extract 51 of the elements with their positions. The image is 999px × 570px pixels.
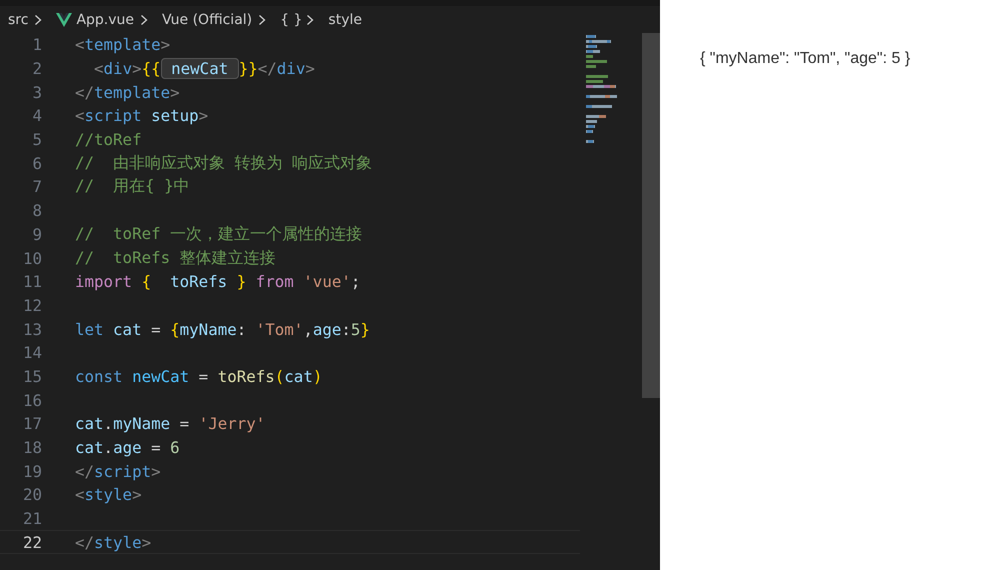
code-line: <style>: [75, 485, 142, 504]
code-line: </style>: [75, 532, 152, 552]
code-line: cat.age = 6: [75, 438, 180, 458]
line-number: 22: [22, 532, 42, 552]
code-line: const newCat = toRefs(cat): [75, 366, 322, 386]
scrollbar-thumb[interactable]: [642, 33, 660, 398]
code-line: <script setup>: [75, 106, 208, 126]
code-line: cat.myName = 'Jerry': [75, 414, 266, 434]
vue-logo-icon: [56, 12, 72, 26]
code-line: <template>: [75, 35, 170, 54]
line-number: 5: [31, 130, 42, 150]
line-number: 6: [31, 154, 42, 173]
code-line: </template>: [75, 82, 180, 102]
code-line: <div>{{ newCat }}</div>: [93, 59, 315, 78]
breadcrumb-item[interactable]: Vue (Official): [162, 12, 252, 28]
line-number: 2: [31, 59, 42, 78]
line-number: 19: [22, 462, 42, 481]
line-number: 18: [22, 438, 42, 458]
breadcrumb-item[interactable]: src: [8, 12, 28, 28]
chevron-icon: [140, 14, 148, 26]
breadcrumb-item[interactable]: { }: [280, 12, 302, 28]
code-line: // toRef 一次，建立一个属性的连接: [75, 224, 362, 245]
line-number: 13: [22, 320, 42, 339]
code-line: // 由非响应式对象 转换为 响应式对象: [75, 152, 372, 174]
line-number: 3: [31, 82, 42, 102]
code-line: // toRefs 整体建立连接: [75, 248, 276, 269]
preview-output: { "myName": "Tom", "age": 5 }: [700, 50, 912, 68]
line-number: 8: [31, 201, 42, 220]
code-line: let cat = {myName: 'Tom',age:5}: [75, 320, 370, 339]
line-number: 14: [22, 343, 42, 362]
line-number: 15: [22, 366, 42, 386]
line-number: 21: [22, 509, 42, 528]
line-number: 10: [22, 248, 42, 268]
chevron-icon: [258, 14, 266, 26]
breadcrumb-item[interactable]: style: [328, 12, 362, 28]
line-number: 9: [31, 224, 42, 244]
line-number: 17: [22, 414, 42, 434]
breadcrumb-item[interactable]: App.vue: [56, 12, 134, 28]
chevron-icon: [306, 14, 314, 26]
line-number: 4: [31, 106, 42, 126]
line-number: 1: [31, 35, 42, 54]
code-line: //toRef: [75, 130, 142, 150]
code-line: // 用在{ }中: [75, 176, 190, 198]
line-number: 11: [22, 272, 42, 292]
line-number: 16: [22, 390, 42, 410]
code-line: </script>: [75, 462, 161, 481]
line-number: 20: [22, 485, 42, 504]
code-line: import { toRefs } from 'vue';: [75, 272, 360, 292]
chevron-icon: [34, 14, 42, 26]
line-number: 12: [22, 296, 42, 315]
line-number: 7: [31, 177, 42, 196]
